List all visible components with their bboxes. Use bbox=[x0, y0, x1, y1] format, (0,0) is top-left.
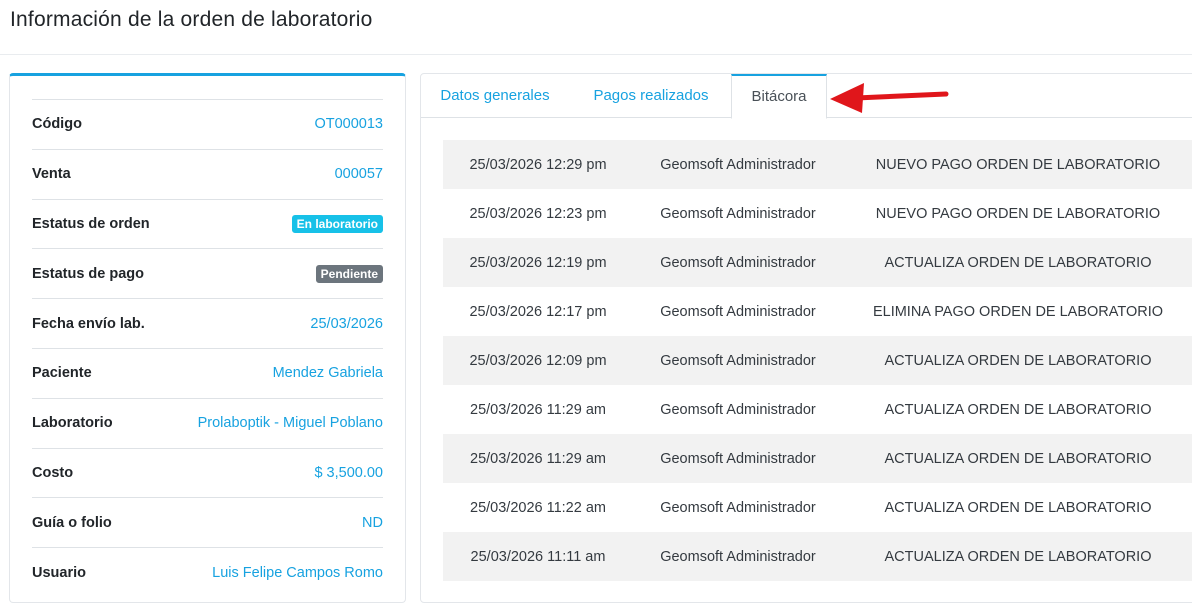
activity-log-table: 25/03/2026 12:29 pm Geomsoft Administrad… bbox=[443, 140, 1192, 581]
table-row: 25/03/2026 12:19 pm Geomsoft Administrad… bbox=[443, 238, 1192, 287]
info-label: Estatus de orden bbox=[32, 215, 150, 232]
tracking-value: ND bbox=[362, 514, 383, 531]
table-row: 25/03/2026 11:11 am Geomsoft Administrad… bbox=[443, 532, 1192, 581]
table-row: 25/03/2026 12:23 pm Geomsoft Administrad… bbox=[443, 189, 1192, 238]
info-row-guia: Guía o folio ND bbox=[32, 497, 383, 547]
laboratory-link[interactable]: Prolaboptik - Miguel Poblano bbox=[198, 415, 383, 431]
log-user: Geomsoft Administrador bbox=[633, 238, 843, 287]
order-code-link[interactable]: OT000013 bbox=[314, 116, 383, 132]
info-row-usuario: Usuario Luis Felipe Campos Romo bbox=[32, 547, 383, 597]
info-row-paciente: Paciente Mendez Gabriela bbox=[32, 347, 383, 398]
table-row: 25/03/2026 12:09 pm Geomsoft Administrad… bbox=[443, 336, 1192, 385]
info-label: Usuario bbox=[32, 564, 86, 581]
log-user: Geomsoft Administrador bbox=[633, 434, 843, 483]
log-user: Geomsoft Administrador bbox=[633, 140, 843, 189]
log-action: NUEVO PAGO ORDEN DE LABORATORIO bbox=[843, 140, 1192, 189]
user-link[interactable]: Luis Felipe Campos Romo bbox=[212, 565, 383, 581]
log-date: 25/03/2026 12:09 pm bbox=[443, 336, 633, 385]
info-label: Código bbox=[32, 116, 82, 133]
tab-bar: Datos generales Pagos realizados Bitácor… bbox=[421, 74, 1192, 119]
log-action: ACTUALIZA ORDEN DE LABORATORIO bbox=[884, 401, 1152, 418]
table-row: 25/03/2026 11:29 am Geomsoft Administrad… bbox=[443, 385, 1192, 434]
page-header: Información de la orden de laboratorio bbox=[0, 0, 1192, 55]
tab-datos-generales[interactable]: Datos generales bbox=[429, 74, 561, 118]
sale-link[interactable]: 000057 bbox=[335, 166, 383, 182]
info-label: Laboratorio bbox=[32, 415, 113, 432]
log-date: 25/03/2026 12:17 pm bbox=[469, 303, 607, 320]
info-row-estatus-pago: Estatus de pago Pendiente bbox=[32, 248, 383, 298]
log-date: 25/03/2026 12:29 pm bbox=[443, 140, 633, 189]
table-row: 25/03/2026 12:29 pm Geomsoft Administrad… bbox=[443, 140, 1192, 189]
log-action: ACTUALIZA ORDEN DE LABORATORIO bbox=[843, 532, 1192, 581]
log-action: NUEVO PAGO ORDEN DE LABORATORIO bbox=[875, 205, 1161, 222]
info-label: Estatus de pago bbox=[32, 265, 144, 282]
log-date: 25/03/2026 11:11 am bbox=[443, 532, 633, 581]
tab-bitacora[interactable]: Bitácora bbox=[731, 74, 827, 119]
info-label: Paciente bbox=[32, 365, 92, 382]
order-status-badge: En laboratorio bbox=[291, 214, 383, 233]
info-label: Costo bbox=[32, 464, 74, 481]
details-card: Datos generales Pagos realizados Bitácor… bbox=[420, 73, 1192, 603]
info-label: Venta bbox=[32, 166, 71, 183]
log-action: ACTUALIZA ORDEN DE LABORATORIO bbox=[884, 499, 1152, 516]
log-user: Geomsoft Administrador bbox=[633, 532, 843, 581]
table-row: 25/03/2026 11:22 am Geomsoft Administrad… bbox=[443, 483, 1192, 532]
page-title: Información de la orden de laboratorio bbox=[10, 8, 373, 31]
log-action: ELIMINA PAGO ORDEN DE LABORATORIO bbox=[872, 303, 1164, 320]
info-row-estatus-orden: Estatus de orden En laboratorio bbox=[32, 198, 383, 249]
order-info-card: Código OT000013 Venta 000057 Estatus de … bbox=[9, 73, 406, 603]
log-user: Geomsoft Administrador bbox=[660, 401, 816, 418]
log-user: Geomsoft Administrador bbox=[633, 336, 843, 385]
order-info-list: Código OT000013 Venta 000057 Estatus de … bbox=[32, 99, 383, 597]
info-row-venta: Venta 000057 bbox=[32, 148, 383, 199]
info-row-codigo: Código OT000013 bbox=[32, 99, 383, 149]
info-label: Fecha envío lab. bbox=[32, 315, 145, 332]
log-date: 25/03/2026 11:29 am bbox=[470, 401, 606, 418]
log-action: ACTUALIZA ORDEN DE LABORATORIO bbox=[843, 336, 1192, 385]
log-date: 25/03/2026 12:19 pm bbox=[443, 238, 633, 287]
info-row-costo: Costo $ 3,500.00 bbox=[32, 447, 383, 498]
log-action: ACTUALIZA ORDEN DE LABORATORIO bbox=[843, 434, 1192, 483]
info-row-fecha-envio: Fecha envío lab. 25/03/2026 bbox=[32, 298, 383, 348]
red-arrow-icon bbox=[830, 83, 949, 113]
log-user: Geomsoft Administrador bbox=[660, 303, 816, 320]
table-row: 25/03/2026 11:29 am Geomsoft Administrad… bbox=[443, 434, 1192, 483]
patient-link[interactable]: Mendez Gabriela bbox=[273, 365, 383, 381]
info-label: Guía o folio bbox=[32, 514, 112, 531]
send-date-value: 25/03/2026 bbox=[310, 315, 383, 332]
log-date: 25/03/2026 11:29 am bbox=[443, 434, 633, 483]
log-action: ACTUALIZA ORDEN DE LABORATORIO bbox=[843, 238, 1192, 287]
log-user: Geomsoft Administrador bbox=[660, 205, 816, 222]
tab-pagos-realizados[interactable]: Pagos realizados bbox=[581, 74, 721, 118]
payment-status-badge: Pendiente bbox=[315, 264, 383, 283]
log-date: 25/03/2026 11:22 am bbox=[470, 499, 606, 516]
table-row: 25/03/2026 12:17 pm Geomsoft Administrad… bbox=[443, 287, 1192, 336]
info-row-laboratorio: Laboratorio Prolaboptik - Miguel Poblano bbox=[32, 397, 383, 448]
log-user: Geomsoft Administrador bbox=[660, 499, 816, 516]
cost-value: $ 3,500.00 bbox=[314, 464, 383, 481]
log-date: 25/03/2026 12:23 pm bbox=[469, 205, 607, 222]
